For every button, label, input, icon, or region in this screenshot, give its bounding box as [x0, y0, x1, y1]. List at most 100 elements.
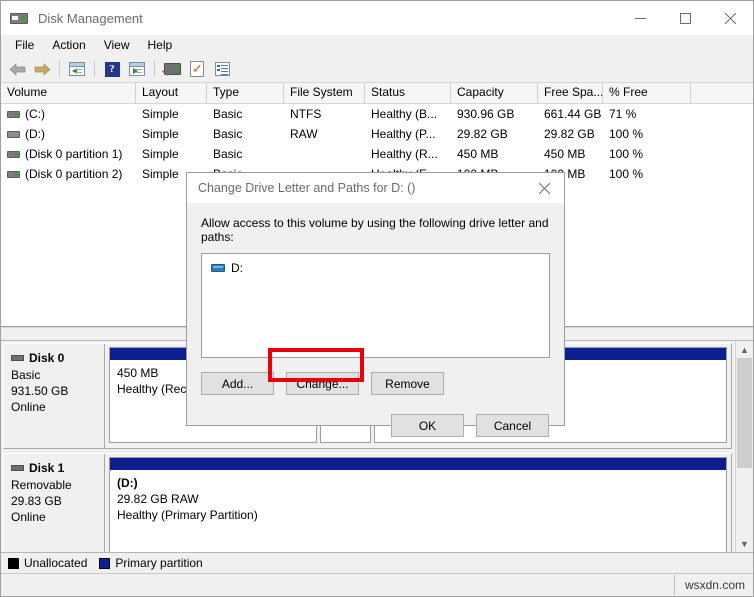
ok-button[interactable]: OK: [391, 414, 464, 437]
disk-size-label: 29.83 GB: [11, 494, 62, 508]
legend-swatch: [99, 557, 111, 569]
drive-letter-label: D:: [231, 261, 243, 275]
disk-state-label: Online: [11, 400, 46, 414]
volume-column-header[interactable]: Layout: [136, 83, 207, 103]
scroll-up-icon[interactable]: ▲: [736, 341, 753, 358]
legend: Unallocated Primary partition: [1, 552, 753, 573]
disk-kind-label: Removable: [11, 478, 72, 492]
volume-column-header[interactable]: Status: [365, 83, 451, 103]
disk-management-icon: [10, 10, 30, 26]
scroll-down-icon[interactable]: ▼: [736, 535, 753, 552]
legend-item: Unallocated: [8, 556, 87, 570]
properties-icon[interactable]: ✓: [185, 58, 209, 80]
add-button[interactable]: Add...: [201, 372, 274, 395]
volume-cell-percent-free: 71 %: [609, 107, 637, 121]
volume-cell-status: Healthy (B...: [371, 107, 438, 121]
volume-column-header[interactable]: Free Spa...: [538, 83, 603, 103]
show-hide-console-tree-icon[interactable]: [125, 58, 149, 80]
disk-name-label: Disk 1: [29, 461, 65, 475]
volume-cell-percent-free: 100 %: [609, 147, 644, 161]
volume-cell-type: Basic: [213, 127, 243, 141]
volume-list-header: Volume Layout Type File System Status Capacit…: [1, 83, 753, 104]
volume-icon-gray: [7, 130, 20, 138]
volume-icon-green: [7, 170, 20, 178]
menu-view[interactable]: View: [95, 36, 139, 55]
volume-cell-free-space: 450 MB: [544, 147, 586, 161]
dialog-instruction: Allow access to this volume by using the…: [201, 216, 549, 244]
maximize-button[interactable]: [663, 1, 708, 35]
disk-title: Disk 0: [11, 350, 104, 366]
back-icon[interactable]: [5, 58, 29, 80]
toolbar-separator: [154, 61, 155, 77]
volume-cell-layout: Simple: [142, 127, 179, 141]
disk-icon-green: [11, 355, 24, 361]
disk-info-panel[interactable]: Disk 1 Removable 29.83 GB Online: [4, 454, 105, 552]
volume-cell-status: Healthy (P...: [371, 127, 436, 141]
volume-column-header[interactable]: % Free: [603, 83, 691, 103]
detail-list-icon[interactable]: [210, 58, 234, 80]
menu-help[interactable]: Help: [139, 36, 182, 55]
forward-icon[interactable]: [30, 58, 54, 80]
volume-column-header[interactable]: Type: [207, 83, 284, 103]
toolbar-separator: [94, 61, 95, 77]
scrollbar-thumb[interactable]: [737, 358, 752, 468]
disk-pane-vertical-scrollbar[interactable]: ▲ ▼: [735, 341, 753, 552]
list-item[interactable]: D:: [211, 261, 549, 275]
partition-color-bar: [110, 458, 726, 470]
legend-label: Unallocated: [24, 556, 88, 570]
partition-details: (D:) 29.82 GB RAW Healthy (Primary Partiti…: [110, 470, 726, 523]
remove-button[interactable]: Remove: [371, 372, 444, 395]
disk-partitions-strip: (D:) 29.82 GB RAW Healthy (Primary Partiti…: [105, 454, 731, 552]
dialog-action-buttons: Add... Change... Remove: [187, 358, 564, 395]
volume-cell-percent-free: 100 %: [609, 127, 644, 141]
partition-name-label: (D:): [117, 476, 138, 490]
volume-cell-name: (D:): [1, 127, 136, 141]
menu-action[interactable]: Action: [43, 36, 94, 55]
status-bar: wsxdn.com: [1, 573, 753, 596]
drive-icon: [211, 264, 225, 272]
volume-column-header[interactable]: Volume: [1, 83, 136, 103]
volume-column-header[interactable]: Capacity: [451, 83, 538, 103]
cancel-button[interactable]: Cancel: [476, 414, 549, 437]
title-bar: Disk Management: [1, 1, 753, 35]
table-row[interactable]: (D:) Simple Basic RAW Healthy (P... 29.82 GB 2…: [1, 124, 753, 144]
menu-file[interactable]: File: [6, 36, 43, 55]
dialog-confirm-buttons: OK Cancel: [187, 395, 564, 437]
legend-label: Primary partition: [115, 556, 203, 570]
scrollbar-track[interactable]: [736, 358, 753, 535]
change-button[interactable]: Change...: [286, 372, 359, 395]
disk-row[interactable]: Disk 1 Removable 29.83 GB Online (D:) 29.82 G…: [3, 453, 732, 552]
volume-cell-name: (C:): [1, 107, 136, 121]
volume-cell-percent-free: 100 %: [609, 167, 644, 181]
up-one-level-icon[interactable]: [65, 58, 89, 80]
volume-name-label: (C:): [25, 107, 45, 121]
volume-cell-name: (Disk 0 partition 1): [1, 147, 136, 161]
minimize-button[interactable]: [618, 1, 663, 35]
close-button[interactable]: [708, 1, 753, 35]
volume-cell-file-system: NTFS: [290, 107, 322, 121]
rescan-disks-icon[interactable]: [160, 58, 184, 80]
volume-cell-free-space: 29.82 GB: [544, 127, 595, 141]
volume-icon-green: [7, 150, 20, 158]
menu-bar: File Action View Help: [1, 35, 753, 56]
dialog-title: Change Drive Letter and Paths for D: (): [198, 181, 416, 195]
table-row[interactable]: (Disk 0 partition 1) Simple Basic Healthy (…: [1, 144, 753, 164]
window-controls: [618, 1, 753, 35]
volume-column-header[interactable]: File System: [284, 83, 365, 103]
partition-block[interactable]: (D:) 29.82 GB RAW Healthy (Primary Partiti…: [109, 457, 727, 552]
dialog-close-icon[interactable]: [524, 173, 564, 203]
legend-item: Primary partition: [99, 556, 203, 570]
dialog-body: Allow access to this volume by using the…: [187, 203, 564, 358]
table-row[interactable]: (C:) Simple Basic NTFS Healthy (B... 930.96 G…: [1, 104, 753, 124]
drive-paths-listbox[interactable]: D:: [201, 253, 550, 358]
disk-info-panel[interactable]: Disk 0 Basic 931.50 GB Online: [4, 344, 105, 448]
volume-cell-layout: Simple: [142, 107, 179, 121]
volume-cell-status: Healthy (R...: [371, 147, 438, 161]
disk-size-label: 931.50 GB: [11, 384, 69, 398]
disk-icon-gray: [11, 465, 24, 471]
help-icon[interactable]: ?: [100, 58, 124, 80]
volume-icon-green: [7, 110, 20, 118]
volume-cell-file-system: RAW: [290, 127, 318, 141]
volume-name-label: (Disk 0 partition 2): [25, 167, 123, 181]
volume-cell-name: (Disk 0 partition 2): [1, 167, 136, 181]
